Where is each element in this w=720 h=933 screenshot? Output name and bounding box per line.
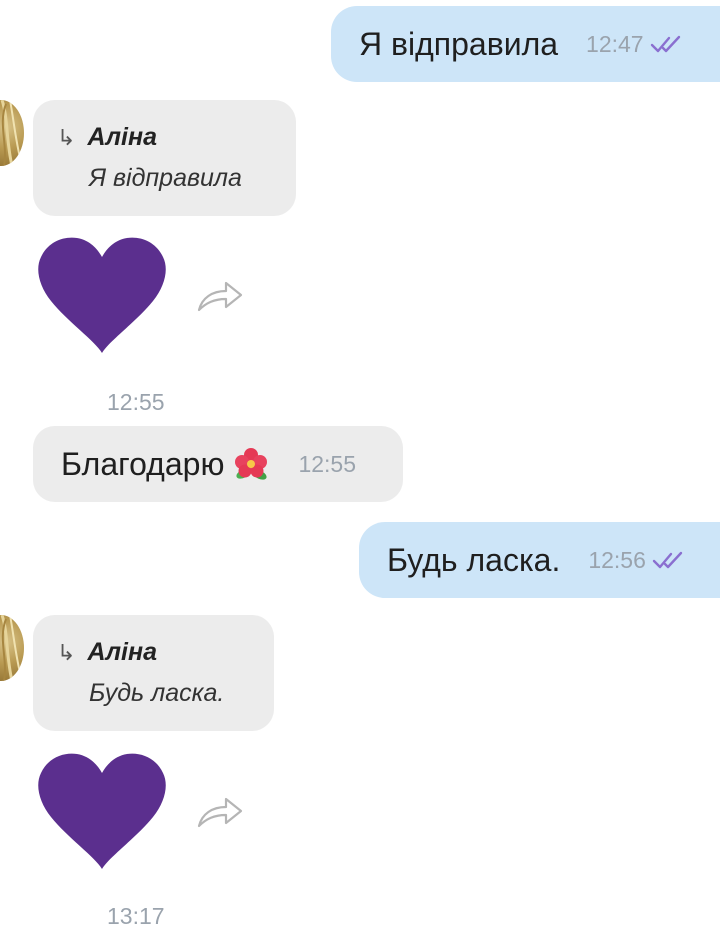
outgoing-message[interactable]: Будь ласка. 12:56 <box>359 522 720 598</box>
reply-arrow-icon: ↳ <box>57 639 76 665</box>
reply-arrow-icon: ↳ <box>57 124 76 150</box>
double-check-icon <box>652 551 683 569</box>
sticker-time: 12:55 <box>107 389 165 415</box>
message-text: Будь ласка. <box>387 541 561 578</box>
reply-header: ↳ Аліна <box>57 638 157 667</box>
message-time: 12:47 <box>586 30 644 57</box>
outgoing-message[interactable]: Я відправила 12:47 <box>331 6 720 82</box>
purple-heart-sticker[interactable] <box>37 237 167 355</box>
contact-avatar[interactable] <box>0 615 24 681</box>
chat-thread: Я відправила 12:47 ↳ Аліна Я відправила … <box>0 0 720 933</box>
reply-author: Аліна <box>87 123 157 151</box>
incoming-reply-message[interactable]: ↳ Аліна Я відправила <box>33 100 296 216</box>
reply-header: ↳ Аліна <box>57 123 157 152</box>
double-check-icon <box>650 35 680 53</box>
reply-quote-text: Будь ласка. <box>89 679 225 707</box>
forward-arrow-icon[interactable] <box>196 278 244 314</box>
message-time: 12:55 <box>298 450 356 477</box>
reply-author: Аліна <box>87 638 157 666</box>
reply-quote-text: Я відправила <box>89 164 242 192</box>
contact-avatar[interactable] <box>0 100 24 166</box>
purple-heart-sticker[interactable] <box>37 753 167 871</box>
incoming-message[interactable]: Благодарю 12:55 <box>33 426 403 502</box>
forward-arrow-icon[interactable] <box>196 794 244 830</box>
sticker-time: 13:17 <box>107 903 165 929</box>
message-text: Благодарю <box>61 445 225 482</box>
hibiscus-icon <box>235 448 268 480</box>
incoming-reply-message[interactable]: ↳ Аліна Будь ласка. <box>33 615 274 731</box>
message-time: 12:56 <box>588 546 646 573</box>
message-text: Я відправила <box>359 25 559 62</box>
